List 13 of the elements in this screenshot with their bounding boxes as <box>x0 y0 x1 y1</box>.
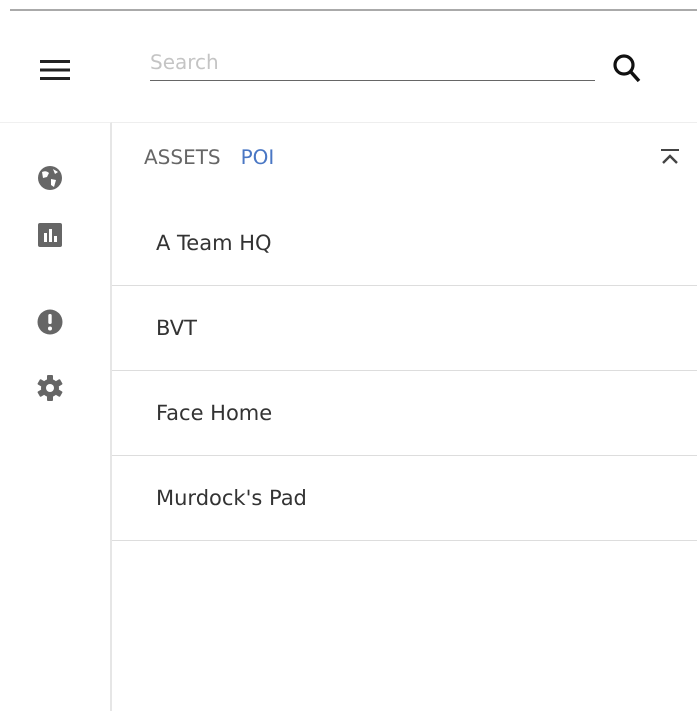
alert-icon <box>37 309 63 335</box>
settings-icon <box>37 375 63 401</box>
bar-chart-icon <box>38 223 62 247</box>
list-item[interactable]: A Team HQ <box>112 201 697 286</box>
list-item[interactable]: Murdock's Pad <box>112 456 697 541</box>
list-item[interactable]: BVT <box>112 286 697 371</box>
tab[interactable]: POI <box>240 145 274 169</box>
globe-icon <box>37 165 63 191</box>
menu-icon <box>40 58 70 80</box>
search-icon <box>612 52 642 84</box>
list-item[interactable]: Face Home <box>112 371 697 456</box>
search-button[interactable] <box>612 52 642 84</box>
tab[interactable]: ASSETS <box>144 145 221 169</box>
